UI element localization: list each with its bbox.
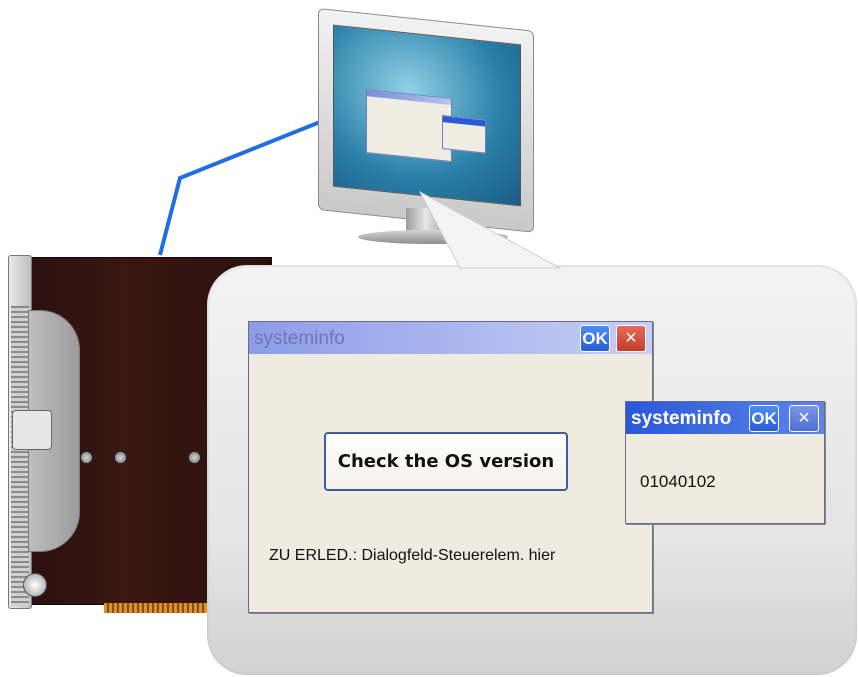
result-dialog-titlebar[interactable]: systeminfo OK × xyxy=(626,402,824,434)
ok-button[interactable]: OK xyxy=(580,325,610,352)
systeminfo-result-dialog: systeminfo OK × 01040102 xyxy=(625,401,825,524)
todo-placeholder-text: ZU ERLED.: Dialogfeld-Steuerelem. hier xyxy=(269,547,556,564)
result-close-icon[interactable]: × xyxy=(789,405,819,432)
dialog-titlebar[interactable]: systeminfo OK × xyxy=(249,322,652,354)
check-os-version-button[interactable]: Check the OS version xyxy=(324,432,568,491)
dialog-title: systeminfo xyxy=(254,328,345,349)
systeminfo-dialog: systeminfo OK × Check the OS version ZU … xyxy=(248,321,653,613)
close-icon[interactable]: × xyxy=(616,325,646,352)
os-version-value: 01040102 xyxy=(640,472,716,491)
result-ok-button[interactable]: OK xyxy=(749,405,779,432)
result-dialog-title: systeminfo xyxy=(631,408,732,429)
